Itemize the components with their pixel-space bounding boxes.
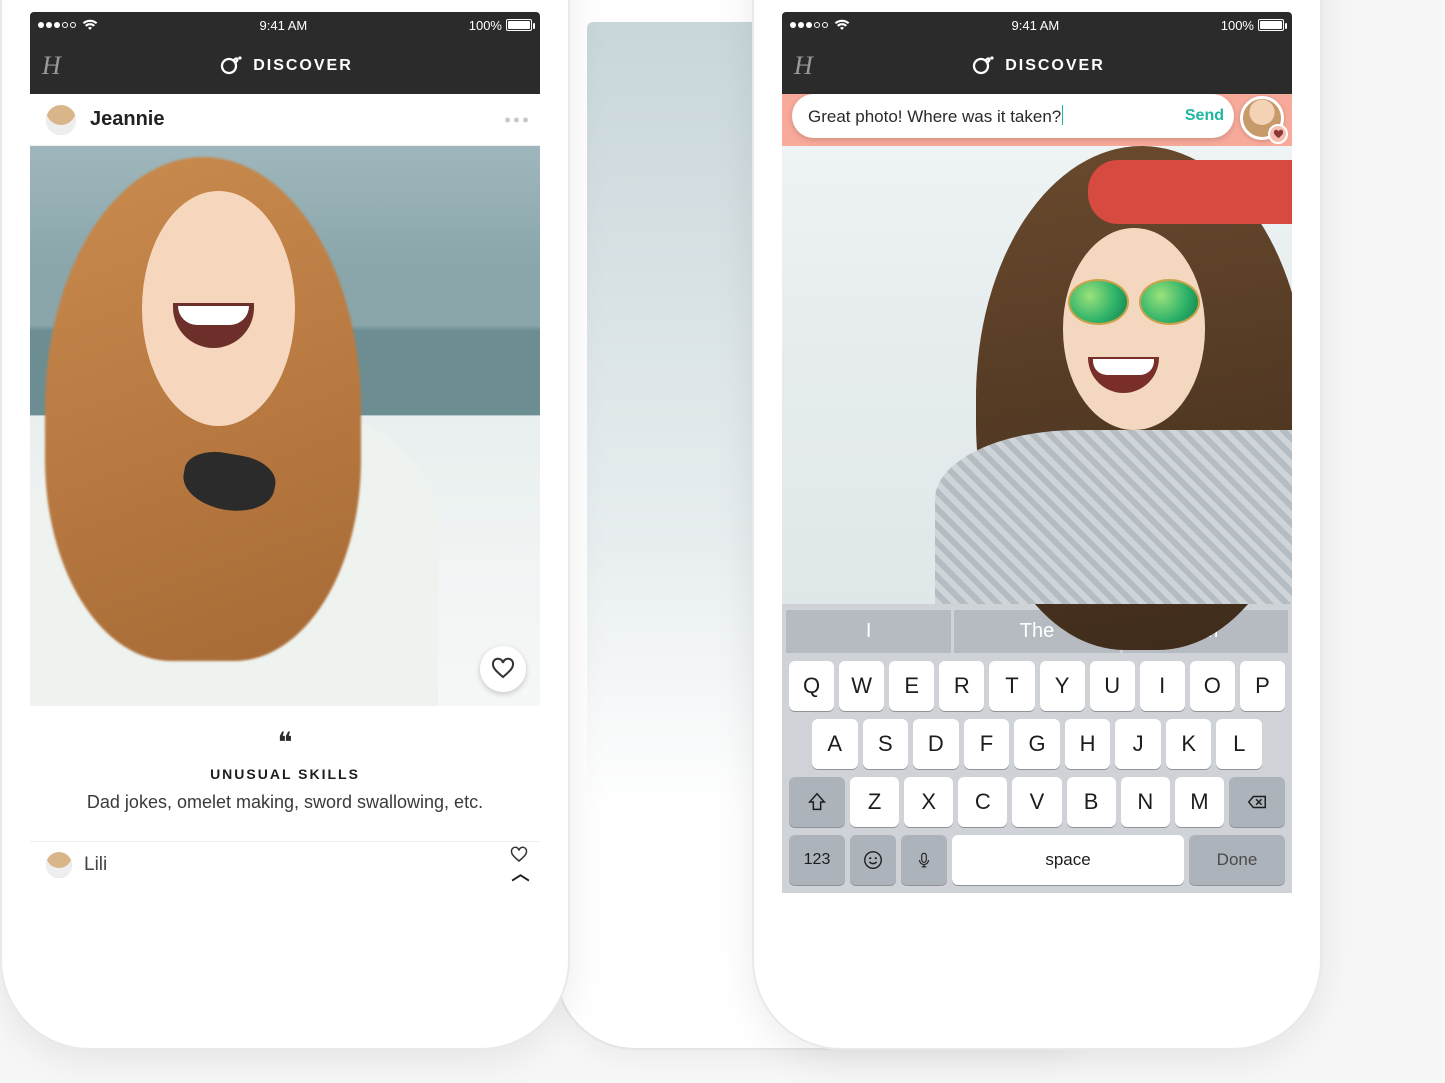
keyboard-row-4: 123 space Done [786,835,1288,885]
next-profile-row[interactable]: Lili ︿ [30,842,540,888]
header-title: DISCOVER [1005,57,1105,75]
key[interactable]: U [1090,661,1135,711]
key[interactable]: P [1240,661,1285,711]
key[interactable]: N [1121,777,1170,827]
numbers-key[interactable]: 123 [789,835,845,885]
status-time: 9:41 AM [260,18,308,33]
avatar [44,103,78,137]
battery-icon [506,19,532,31]
key[interactable]: Y [1040,661,1085,711]
battery-icon [1258,19,1284,31]
key[interactable]: K [1166,719,1212,769]
heart-badge-icon [1268,124,1288,144]
phone-right: 9:41 AM 100% H DISCOVER Jeannie [752,0,1322,1050]
profile-photo[interactable]: Great photo! Where was it taken? Send [782,146,1292,604]
key[interactable]: E [889,661,934,711]
backspace-key[interactable] [1229,777,1285,827]
keyboard-row-3: Z X C V B N M [786,777,1288,827]
status-battery-pct: 100% [469,18,502,33]
key[interactable]: F [964,719,1010,769]
info-heading: UNUSUAL SKILLS [48,766,522,782]
sunglasses-icon [1068,279,1129,325]
wifi-icon [82,19,98,31]
dictation-key[interactable] [901,835,947,885]
screen-left: 9:41 AM 100% H DISCOVER Jeannie [30,12,540,898]
status-bar: 9:41 AM 100% [30,12,540,38]
profile-name: Jeannie [90,108,164,131]
app-logo-icon [217,53,243,79]
info-card: ❝ UNUSUAL SKILLS Dad jokes, omelet makin… [30,706,540,842]
keyboard-row-1: Q W E R T Y U I O P [786,661,1288,711]
message-compose[interactable]: Great photo! Where was it taken? Send [792,94,1234,138]
avatar [44,850,74,880]
quote-icon: ❝ [48,726,522,760]
app-header: H DISCOVER [782,38,1292,94]
screen-right: 9:41 AM 100% H DISCOVER Jeannie [782,12,1292,898]
key[interactable]: Q [789,661,834,711]
next-profile-name: Lili [84,854,107,876]
header-title: DISCOVER [253,57,353,75]
info-body: Dad jokes, omelet making, sword swallowi… [48,792,522,813]
key[interactable]: A [812,719,858,769]
suggestion[interactable]: I [786,610,951,653]
key[interactable]: W [839,661,884,711]
key[interactable]: T [989,661,1034,711]
key[interactable]: B [1067,777,1116,827]
signal-dots-icon [38,22,76,28]
signal-dots-icon [790,22,828,28]
key[interactable]: D [913,719,959,769]
message-input[interactable]: Great photo! Where was it taken? [808,105,1175,127]
key[interactable]: Z [850,777,899,827]
key[interactable]: G [1014,719,1060,769]
keyboard[interactable]: I The I'm Q W E R T Y U I O P A [782,604,1292,893]
status-time: 9:41 AM [1012,18,1060,33]
emoji-key[interactable] [850,835,896,885]
profile-bar[interactable]: Jeannie [30,94,540,146]
status-bar: 9:41 AM 100% [782,12,1292,38]
menu-icon[interactable]: H [42,51,61,81]
sunglasses-icon [1139,279,1200,325]
phone-left: 9:41 AM 100% H DISCOVER Jeannie [0,0,570,1050]
key[interactable]: J [1115,719,1161,769]
more-icon[interactable] [505,117,528,122]
menu-icon[interactable]: H [794,51,813,81]
space-key[interactable]: space [952,835,1184,885]
key[interactable]: V [1012,777,1061,827]
key[interactable]: O [1190,661,1235,711]
key[interactable]: R [939,661,984,711]
key[interactable]: C [958,777,1007,827]
app-logo-icon [969,53,995,79]
key[interactable]: X [904,777,953,827]
wifi-icon [834,19,850,31]
status-battery-pct: 100% [1221,18,1254,33]
key[interactable]: M [1175,777,1224,827]
send-button[interactable]: Send [1185,107,1224,125]
keyboard-row-2: A S D F G H J K L [786,719,1288,769]
key[interactable]: S [863,719,909,769]
key[interactable]: L [1216,719,1262,769]
app-header: H DISCOVER [30,38,540,94]
done-key[interactable]: Done [1189,835,1285,885]
shift-key[interactable] [789,777,845,827]
like-button[interactable] [480,646,526,692]
chevron-up-icon[interactable]: ︿ [512,869,527,879]
profile-photo[interactable] [30,146,540,706]
key[interactable]: H [1065,719,1111,769]
key[interactable]: I [1140,661,1185,711]
